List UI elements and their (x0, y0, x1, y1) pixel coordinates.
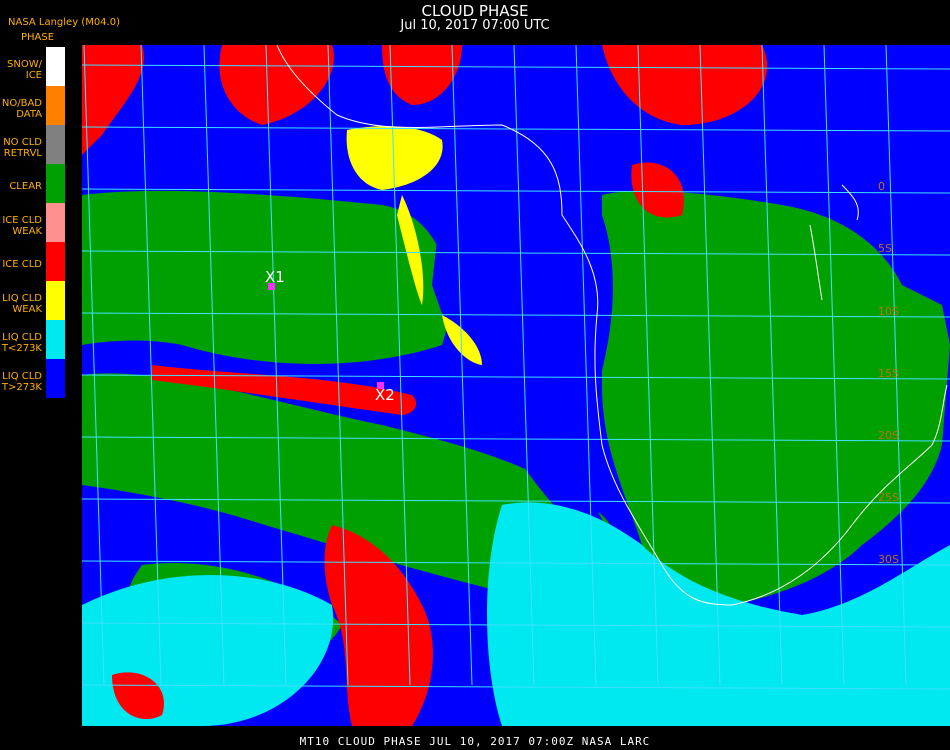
legend-label-ice-cld: ICE CLD (2, 259, 42, 270)
legend-label-clear: CLEAR (9, 181, 42, 192)
legend-label-snow-ice: SNOW/ ICE (7, 59, 42, 81)
latitude-label: 15S (878, 367, 899, 380)
legend-label-ice-cld-weak: ICE CLD WEAK (2, 215, 42, 237)
latitude-label: 0 (878, 180, 885, 193)
legend-label-liq-cld-warm: LIQ CLD T>273K (1, 371, 42, 393)
footer-caption: MT10 CLOUD PHASE JUL 10, 2017 07:00Z NAS… (299, 735, 651, 748)
latitude-label: 25S (878, 491, 899, 504)
legend-header: PHASE (21, 32, 55, 43)
legend-label-no-cld-retrvl: NO CLD RETRVL (3, 137, 42, 159)
legend-swatch-liq-cld-weak (46, 281, 65, 320)
legend-swatch-snow-ice (46, 47, 65, 86)
legend-swatch-no-cld-retrvl (46, 125, 65, 164)
map-canvas: 0 5S 10S 15S 20S 25S 30S (82, 45, 950, 726)
latitude-label: 5S (878, 242, 892, 255)
legend-label-liq-cld-weak: LIQ CLD WEAK (2, 293, 42, 315)
producer-label: NASA Langley (M04.0) (8, 17, 120, 28)
marker-x1-label: X1 (265, 268, 285, 286)
phase-legend: SNOW/ ICE NO/BAD DATA NO CLD RETRVL CLEA… (0, 47, 66, 401)
legend-swatch-ice-cld (46, 242, 65, 281)
cloud-phase-map: 0 5S 10S 15S 20S 25S 30S X1 X2 (82, 45, 950, 726)
legend-label-no-bad-data: NO/BAD DATA (1, 98, 42, 120)
legend-swatch-ice-cld-weak (46, 203, 65, 242)
legend-label-liq-cld-cold: LIQ CLD T<273K (1, 332, 42, 354)
page-subtitle: Jul 10, 2017 07:00 UTC (400, 18, 550, 33)
legend-swatch-no-bad-data (46, 86, 65, 125)
legend-swatch-clear (46, 164, 65, 203)
latitude-label: 30S (878, 553, 899, 566)
marker-x2-label: X2 (375, 386, 395, 404)
legend-swatch-liq-cld-cold (46, 320, 65, 359)
latitude-label: 10S (878, 305, 899, 318)
latitude-label: 20S (878, 429, 899, 442)
legend-swatch-liq-cld-warm (46, 359, 65, 398)
